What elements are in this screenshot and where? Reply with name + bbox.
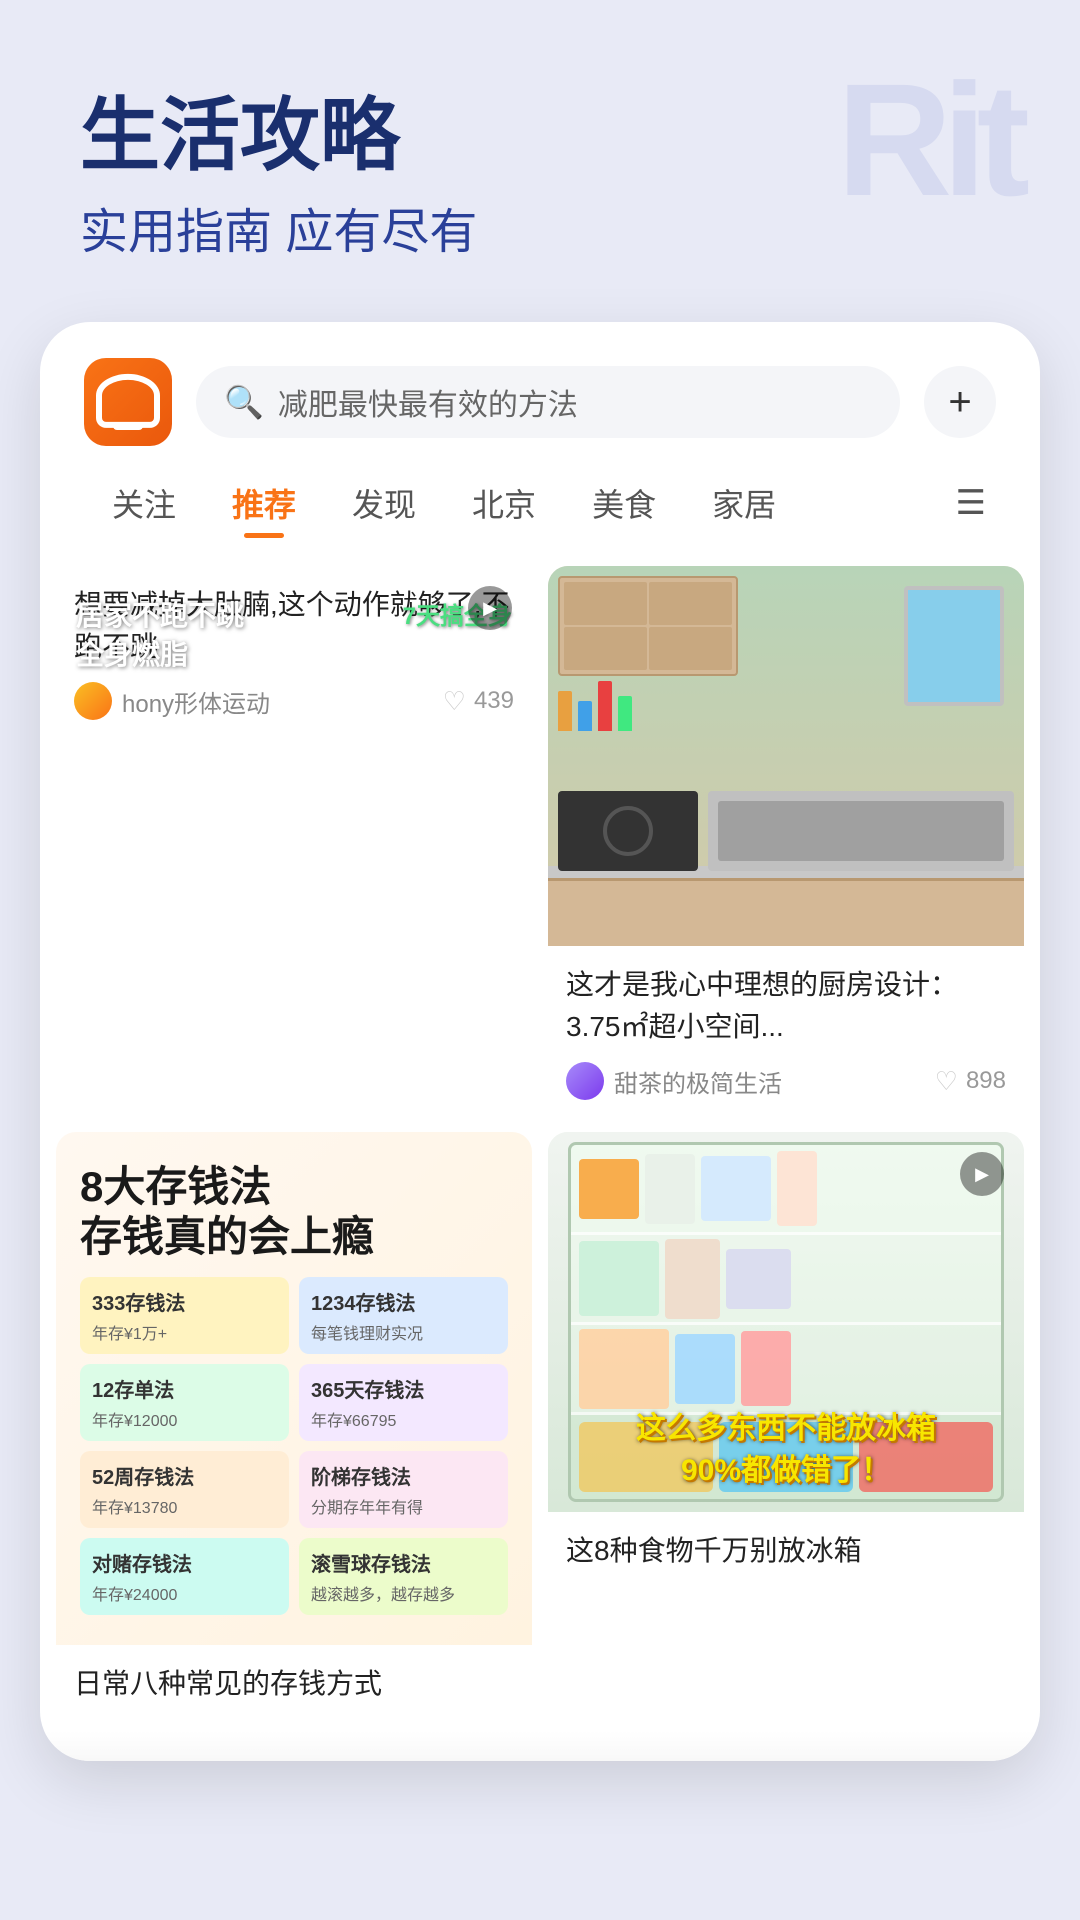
card-fridge-title: 这8种食物千万别放冰箱 (566, 1530, 1006, 1572)
saving-item-title-6: 阶梯存钱法 (311, 1461, 496, 1490)
saving-item-sub-5: 年存¥13780 (92, 1494, 277, 1518)
play-icon-card1: ▶ (468, 586, 512, 630)
card-kitchen-meta: 甜茶的极简生活 ♡ 898 (566, 1062, 1006, 1100)
tab-关注[interactable]: 关注 (84, 470, 204, 536)
saving-item-6: 阶梯存钱法 分期存年年有得 (299, 1451, 508, 1528)
like-count-2: 898 (966, 1067, 1006, 1095)
author-info-2: 甜茶的极简生活 (566, 1062, 782, 1100)
card-fitness[interactable]: 居家不跑不跳全身燃脂 7天搞全身 ▶ 想要减掉大肚腩,这个动作就够了,不跑不跳 … (56, 566, 532, 1116)
saving-item-sub-7: 年存¥24000 (92, 1581, 277, 1605)
tab-美食[interactable]: 美食 (564, 470, 684, 536)
content-grid: 居家不跑不跳全身燃脂 7天搞全身 ▶ 想要减掉大肚腩,这个动作就够了,不跑不跳 … (40, 556, 1040, 1731)
saving-item-8: 滚雪球存钱法 越滚越多，越存越多 (299, 1538, 508, 1615)
saving-item-7: 对赌存钱法 年存¥24000 (80, 1538, 289, 1615)
saving-item-sub-3: 年存¥12000 (92, 1407, 277, 1431)
card-kitchen-info: 这才是我心中理想的厨房设计：3.75㎡超小空间... 甜茶的极简生活 ♡ 898 (548, 946, 1024, 1116)
saving-item-sub-2: 每笔钱理财实况 (311, 1320, 496, 1344)
card-fridge-image: ▶ 这么多东西不能放冰箱 90%都做错了！ (548, 1132, 1024, 1512)
saving-item-3: 12存单法 年存¥12000 (80, 1364, 289, 1441)
saving-item-title-4: 365天存钱法 (311, 1374, 496, 1403)
saving-item-sub-4: 年存¥66795 (311, 1407, 496, 1431)
card-kitchen-bg (548, 566, 1024, 946)
tab-家居[interactable]: 家居 (684, 470, 804, 536)
author-avatar-2 (566, 1062, 604, 1100)
heart-icon-1: ♡ (443, 686, 466, 717)
tab-推荐[interactable]: 推荐 (204, 470, 324, 536)
card-fitness-meta: hony形体运动 ♡ 439 (74, 682, 514, 720)
saving-item-5: 52周存钱法 年存¥13780 (80, 1451, 289, 1528)
saving-item-title-1: 333存钱法 (92, 1287, 277, 1316)
add-button[interactable]: + (924, 366, 996, 438)
card-kitchen-title: 这才是我心中理想的厨房设计：3.75㎡超小空间... (566, 964, 1006, 1048)
app-card: 🔍 减肥最快最有效的方法 + 关注 推荐 发现 北京 美食 家居 ☰ (40, 322, 1040, 1761)
search-placeholder-text: 减肥最快最有效的方法 (278, 380, 578, 424)
tab-发现[interactable]: 发现 (324, 470, 444, 536)
page-title: 生活攻略 (80, 90, 1000, 182)
card-fridge[interactable]: ▶ 这么多东西不能放冰箱 90%都做错了！ 这8种食物千万别放冰箱 (548, 1132, 1024, 1721)
page-subtitle: 实用指南 应有尽有 (80, 192, 1000, 262)
search-icon: 🔍 (224, 383, 264, 421)
author-name-1: hony形体运动 (122, 684, 270, 719)
saving-item-title-3: 12存单法 (92, 1374, 277, 1403)
card-fridge-bg: ▶ 这么多东西不能放冰箱 90%都做错了！ (548, 1132, 1024, 1512)
menu-icon[interactable]: ☰ (946, 473, 996, 533)
saving-item-title-5: 52周存钱法 (92, 1461, 277, 1490)
author-info-1: hony形体运动 (74, 682, 270, 720)
like-count-1: 439 (474, 687, 514, 715)
card-savings[interactable]: 8大存钱法 存钱真的会上瘾 333存钱法 年存¥1万+ 1234存钱法 每笔钱理… (56, 1132, 532, 1721)
app-topbar: 🔍 减肥最快最有效的方法 + (40, 322, 1040, 470)
author-name-2: 甜茶的极简生活 (614, 1064, 782, 1099)
app-logo[interactable] (84, 358, 172, 446)
search-bar[interactable]: 🔍 减肥最快最有效的方法 (196, 366, 900, 438)
heart-icon-2: ♡ (935, 1066, 958, 1097)
card-kitchen-image (548, 566, 1024, 946)
card1-overlay-text: 居家不跑不跳全身燃脂 (76, 596, 244, 674)
card-kitchen[interactable]: 这才是我心中理想的厨房设计：3.75㎡超小空间... 甜茶的极简生活 ♡ 898 (548, 566, 1024, 1116)
play-icon-card4: ▶ (960, 1152, 1004, 1196)
saving-item-title-2: 1234存钱法 (311, 1287, 496, 1316)
savings-title-main: 8大存钱法 存钱真的会上瘾 (80, 1162, 508, 1263)
card-savings-bg: 8大存钱法 存钱真的会上瘾 333存钱法 年存¥1万+ 1234存钱法 每笔钱理… (56, 1132, 532, 1645)
header: 生活攻略 实用指南 应有尽有 (0, 0, 1080, 322)
nav-tabs: 关注 推荐 发现 北京 美食 家居 ☰ (40, 470, 1040, 556)
like-info-2[interactable]: ♡ 898 (935, 1066, 1006, 1097)
saving-item-sub-8: 越滚越多，越存越多 (311, 1581, 496, 1605)
saving-item-sub-6: 分期存年年有得 (311, 1494, 496, 1518)
saving-item-title-8: 滚雪球存钱法 (311, 1548, 496, 1577)
bottom-fade (40, 1731, 1040, 1761)
card-savings-title: 日常八种常见的存钱方式 (74, 1663, 514, 1705)
tab-北京[interactable]: 北京 (444, 470, 564, 536)
saving-item-4: 365天存钱法 年存¥66795 (299, 1364, 508, 1441)
saving-item-title-7: 对赌存钱法 (92, 1548, 277, 1577)
savings-grid: 333存钱法 年存¥1万+ 1234存钱法 每笔钱理财实况 12存单法 年存¥1… (80, 1277, 508, 1615)
like-info-1[interactable]: ♡ 439 (443, 686, 514, 717)
card-fridge-info: 这8种食物千万别放冰箱 (548, 1512, 1024, 1588)
fridge-overlay-text: 这么多东西不能放冰箱 90%都做错了！ (558, 1408, 1014, 1492)
saving-item-sub-1: 年存¥1万+ (92, 1320, 277, 1344)
saving-item-1: 333存钱法 年存¥1万+ (80, 1277, 289, 1354)
card-savings-info: 日常八种常见的存钱方式 (56, 1645, 532, 1721)
author-avatar-1 (74, 682, 112, 720)
saving-item-2: 1234存钱法 每笔钱理财实况 (299, 1277, 508, 1354)
